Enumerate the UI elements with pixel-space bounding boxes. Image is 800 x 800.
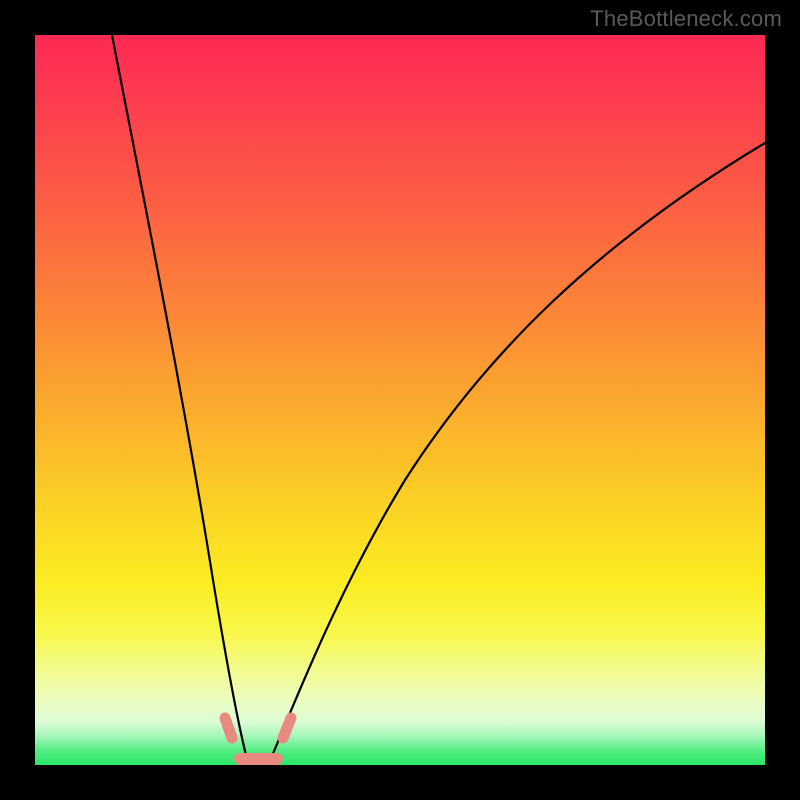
marker-cluster-right xyxy=(283,718,291,738)
plot-area xyxy=(35,35,765,765)
chart-frame: TheBottleneck.com xyxy=(0,0,800,800)
left-branch-curve xyxy=(112,35,248,763)
marker-cluster-left xyxy=(225,718,232,738)
right-branch-curve xyxy=(269,143,765,763)
curves-svg xyxy=(35,35,765,765)
watermark-label: TheBottleneck.com xyxy=(590,6,782,32)
